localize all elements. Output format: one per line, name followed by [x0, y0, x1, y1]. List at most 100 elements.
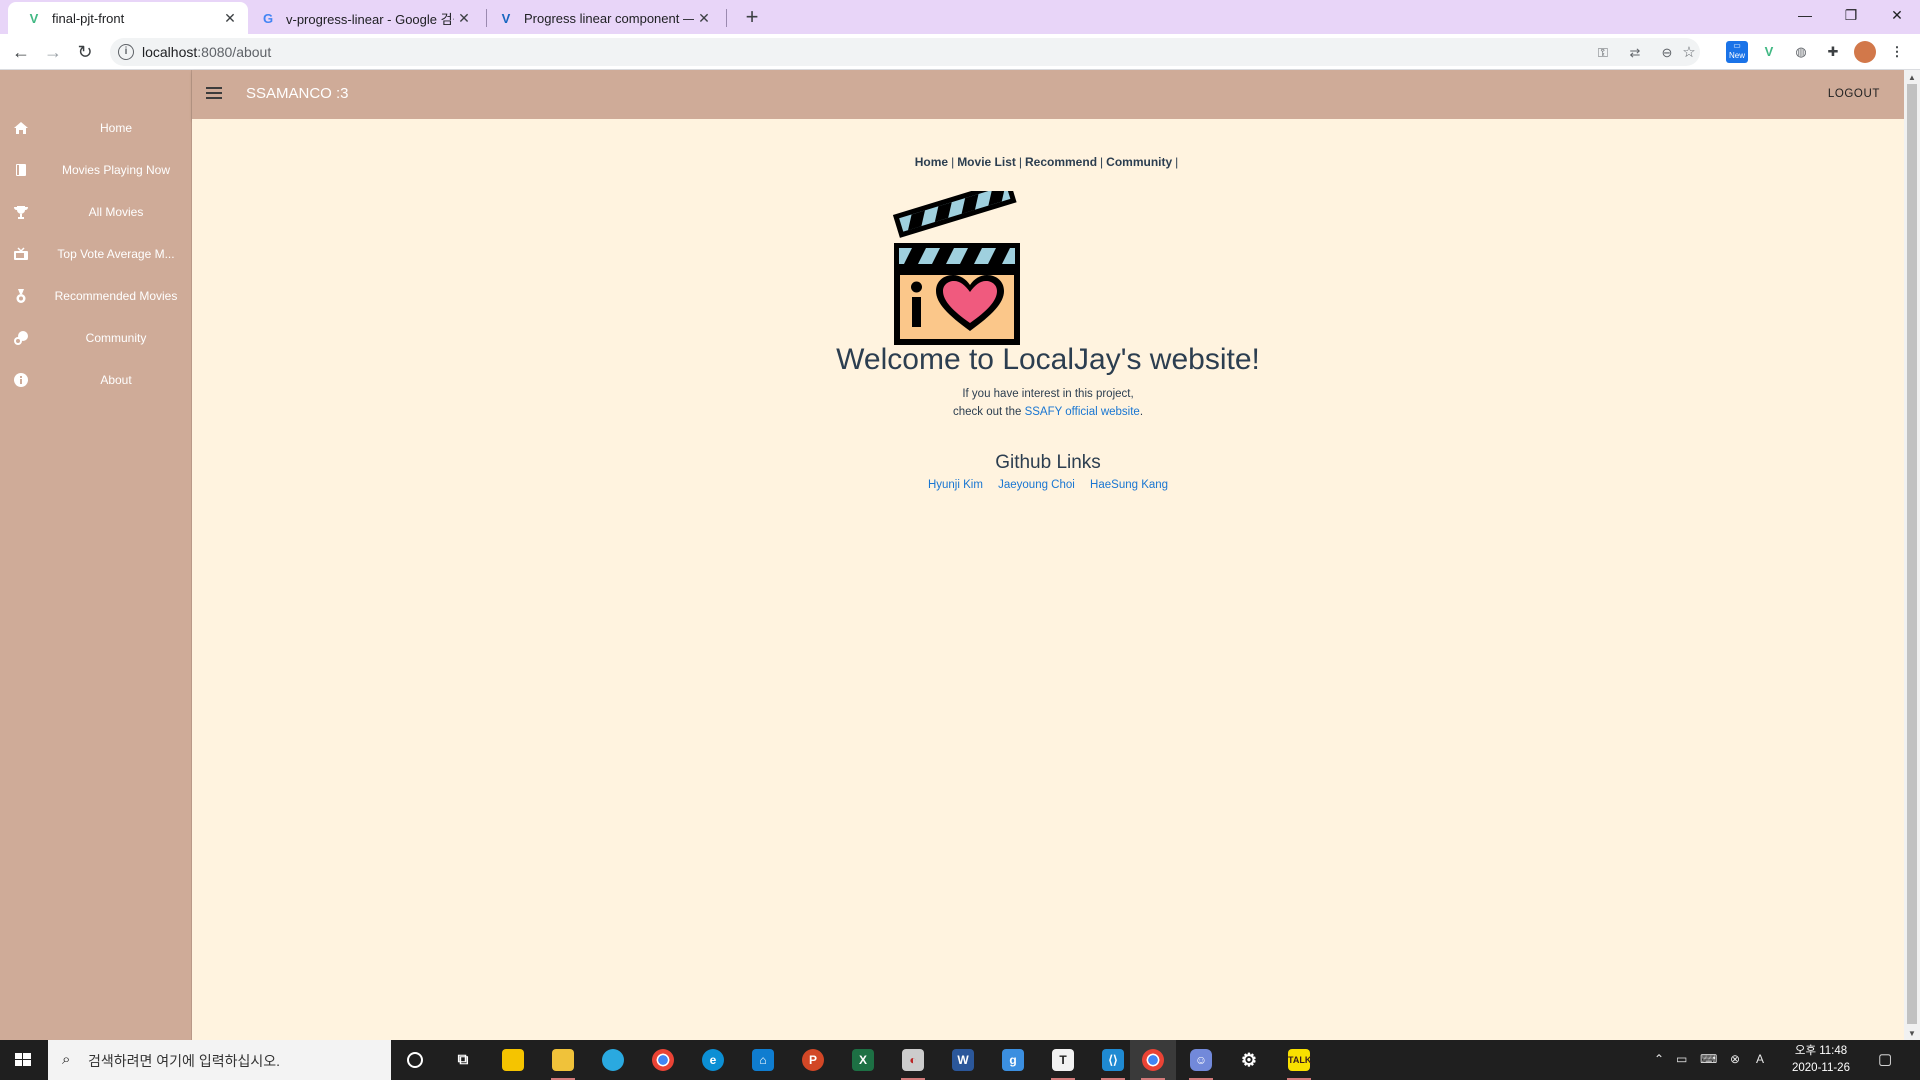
site-info-icon[interactable]: i [118, 44, 134, 60]
typora-icon[interactable]: T [1040, 1040, 1086, 1080]
menu-hamburger-icon[interactable] [206, 87, 222, 101]
logout-button[interactable]: LOGOUT [1828, 88, 1880, 100]
sidebar-item-label: Movies Playing Now [61, 163, 171, 177]
network-icon[interactable]: ▭ [1676, 1052, 1687, 1066]
github-link-haesung-kang[interactable]: HaeSung Kang [1090, 479, 1168, 491]
bookmark-star-icon[interactable]: ☆ [1680, 44, 1698, 62]
app-bar: SSAMANCO :3 LOGOUT [192, 70, 1904, 119]
nav-separator: | [1175, 155, 1179, 169]
url-text[interactable]: localhost:8080/about [142, 44, 271, 60]
sidebar-item-label: About [100, 373, 132, 387]
minimize-icon[interactable]: — [1782, 0, 1828, 30]
discord-icon[interactable]: ☺ [1178, 1040, 1224, 1080]
profile-avatar[interactable] [1854, 41, 1876, 63]
forward-button[interactable]: → [40, 39, 66, 65]
clock-date: 2020-11-26 [1792, 1062, 1850, 1074]
ssafy-text-line: check out the SSAFY official website. [952, 406, 1144, 418]
extension-globe-icon[interactable]: ◍ [1790, 41, 1812, 63]
chrome-icon[interactable] [640, 1040, 686, 1080]
chat-icon [14, 331, 28, 345]
reload-button[interactable]: ↻ [72, 39, 98, 65]
nav-link-home[interactable]: Home [915, 155, 948, 169]
settings-gear-icon[interactable]: ⚙ [1226, 1040, 1272, 1080]
new-extension-icon[interactable]: ▭ New [1726, 41, 1748, 63]
sidebar-item-all-movies[interactable]: All Movies [0, 191, 192, 233]
close-tab-icon[interactable]: ✕ [454, 10, 474, 27]
book-icon [16, 164, 26, 176]
scroll-up-arrow-icon[interactable]: ▲ [1908, 73, 1916, 82]
close-tab-icon[interactable]: ✕ [220, 10, 240, 27]
sidebar-item-top-vote-average[interactable]: Top Vote Average M... [0, 233, 192, 275]
trophy-icon [14, 206, 28, 219]
browser-menu-icon[interactable]: ⋮ [1886, 41, 1908, 63]
tv-icon [14, 247, 28, 260]
github-link-jaeyoung-choi[interactable]: Jaeyoung Choi [998, 479, 1075, 491]
bird-app-icon[interactable] [590, 1040, 636, 1080]
taskbar-clock[interactable]: 오후 11:48 2020-11-26 [1786, 1043, 1856, 1077]
close-window-icon[interactable]: ✕ [1874, 0, 1920, 30]
taskbar-search-box[interactable]: ⌕ 검색하려면 여기에 입력하십시오. [48, 1040, 391, 1080]
kakaotalk-icon[interactable]: TALK [1276, 1040, 1322, 1080]
scroll-down-arrow-icon[interactable]: ▼ [1908, 1029, 1916, 1038]
back-button[interactable]: ← [8, 39, 34, 65]
sidebar-item-community[interactable]: Community [0, 317, 192, 359]
task-view-icon[interactable]: ⧉ [440, 1040, 486, 1080]
show-hidden-icons-icon[interactable]: ⌃ [1654, 1052, 1664, 1066]
ssafy-official-link[interactable]: SSAFY official website [1025, 406, 1140, 418]
volume-muted-icon[interactable]: ⊗ [1730, 1052, 1740, 1066]
tab-vuetify-docs[interactable]: V Progress linear component — V ✕ [490, 2, 722, 34]
info-icon [14, 373, 28, 387]
excel-icon[interactable]: X [840, 1040, 886, 1080]
cortana-icon[interactable] [392, 1040, 438, 1080]
sidebar-item-movies-playing-now[interactable]: Movies Playing Now [0, 149, 192, 191]
remote-desktop-icon[interactable]: ◐ [890, 1040, 936, 1080]
tab-final-pjt-front[interactable]: V final-pjt-front ✕ [8, 2, 248, 34]
tab-title: final-pjt-front [52, 10, 125, 26]
extensions-puzzle-icon[interactable]: ✚ [1822, 41, 1844, 63]
github-link-hyunji-kim[interactable]: Hyunji Kim [928, 479, 983, 491]
nav-link-movie-list[interactable]: Movie List [957, 155, 1016, 169]
address-bar[interactable]: i localhost:8080/about ⚿ ⇄ ⊖ ☆ [110, 38, 1700, 66]
store-icon[interactable]: ⌂ [740, 1040, 786, 1080]
github-links-title: Github Links [995, 452, 1101, 473]
taskbar-search-placeholder: 검색하려면 여기에 입력하십시오. [88, 1053, 280, 1069]
sidebar-item-label: Recommended Movies [54, 289, 178, 303]
nav-link-recommend[interactable]: Recommend [1025, 155, 1097, 169]
zoom-icon[interactable]: ⊖ [1658, 44, 1676, 62]
vuetify-favicon-icon: V [501, 10, 511, 26]
translate-icon[interactable]: ⇄ [1626, 44, 1644, 62]
sidebar-item-label: All Movies [88, 205, 144, 219]
nav-separator: | [951, 155, 955, 169]
chrome-active-icon[interactable] [1130, 1040, 1176, 1080]
ime-indicator[interactable]: A [1756, 1052, 1764, 1066]
vue-devtools-icon[interactable]: V [1758, 41, 1780, 63]
sidebar-item-home[interactable]: Home [0, 107, 192, 149]
tab-separator [726, 9, 727, 27]
close-tab-icon[interactable]: ✕ [694, 10, 714, 27]
browser-toolbar: ← → ↻ i localhost:8080/about ⚿ ⇄ ⊖ ☆ ▭ Ne… [0, 34, 1920, 70]
key-icon[interactable]: ⚿ [1594, 44, 1612, 62]
new-tab-button[interactable]: + [738, 3, 766, 31]
powerpoint-icon[interactable]: P [790, 1040, 836, 1080]
nav-separator: | [1018, 155, 1022, 169]
page-scrollbar[interactable]: ▲ ▼ [1904, 70, 1920, 1040]
home-icon [14, 122, 28, 134]
sticky-notes-icon[interactable] [490, 1040, 536, 1080]
scroll-thumb[interactable] [1907, 84, 1917, 1024]
g-app-icon[interactable]: g [990, 1040, 1036, 1080]
file-explorer-icon[interactable] [540, 1040, 586, 1080]
restore-icon[interactable]: ❐ [1828, 0, 1874, 30]
word-icon[interactable]: W [940, 1040, 986, 1080]
keyboard-icon[interactable]: ⌨ [1700, 1052, 1717, 1066]
edge-icon[interactable]: e [690, 1040, 736, 1080]
notification-center-icon[interactable]: ▢ [1878, 1050, 1892, 1068]
tab-google-search[interactable]: G v-progress-linear - Google 검색 ✕ [250, 2, 482, 34]
sidebar-item-about[interactable]: About [0, 359, 192, 401]
windows-start-icon[interactable] [0, 1040, 46, 1080]
top-navigation: Home | Movie List | Recommend | Community | [192, 155, 1904, 169]
vue-favicon-icon: V [29, 10, 39, 26]
nav-link-community[interactable]: Community [1106, 155, 1172, 169]
clock-time: 오후 11:48 [1794, 1045, 1848, 1057]
nav-separator: | [1100, 155, 1104, 169]
sidebar-item-recommended-movies[interactable]: Recommended Movies [0, 275, 192, 317]
